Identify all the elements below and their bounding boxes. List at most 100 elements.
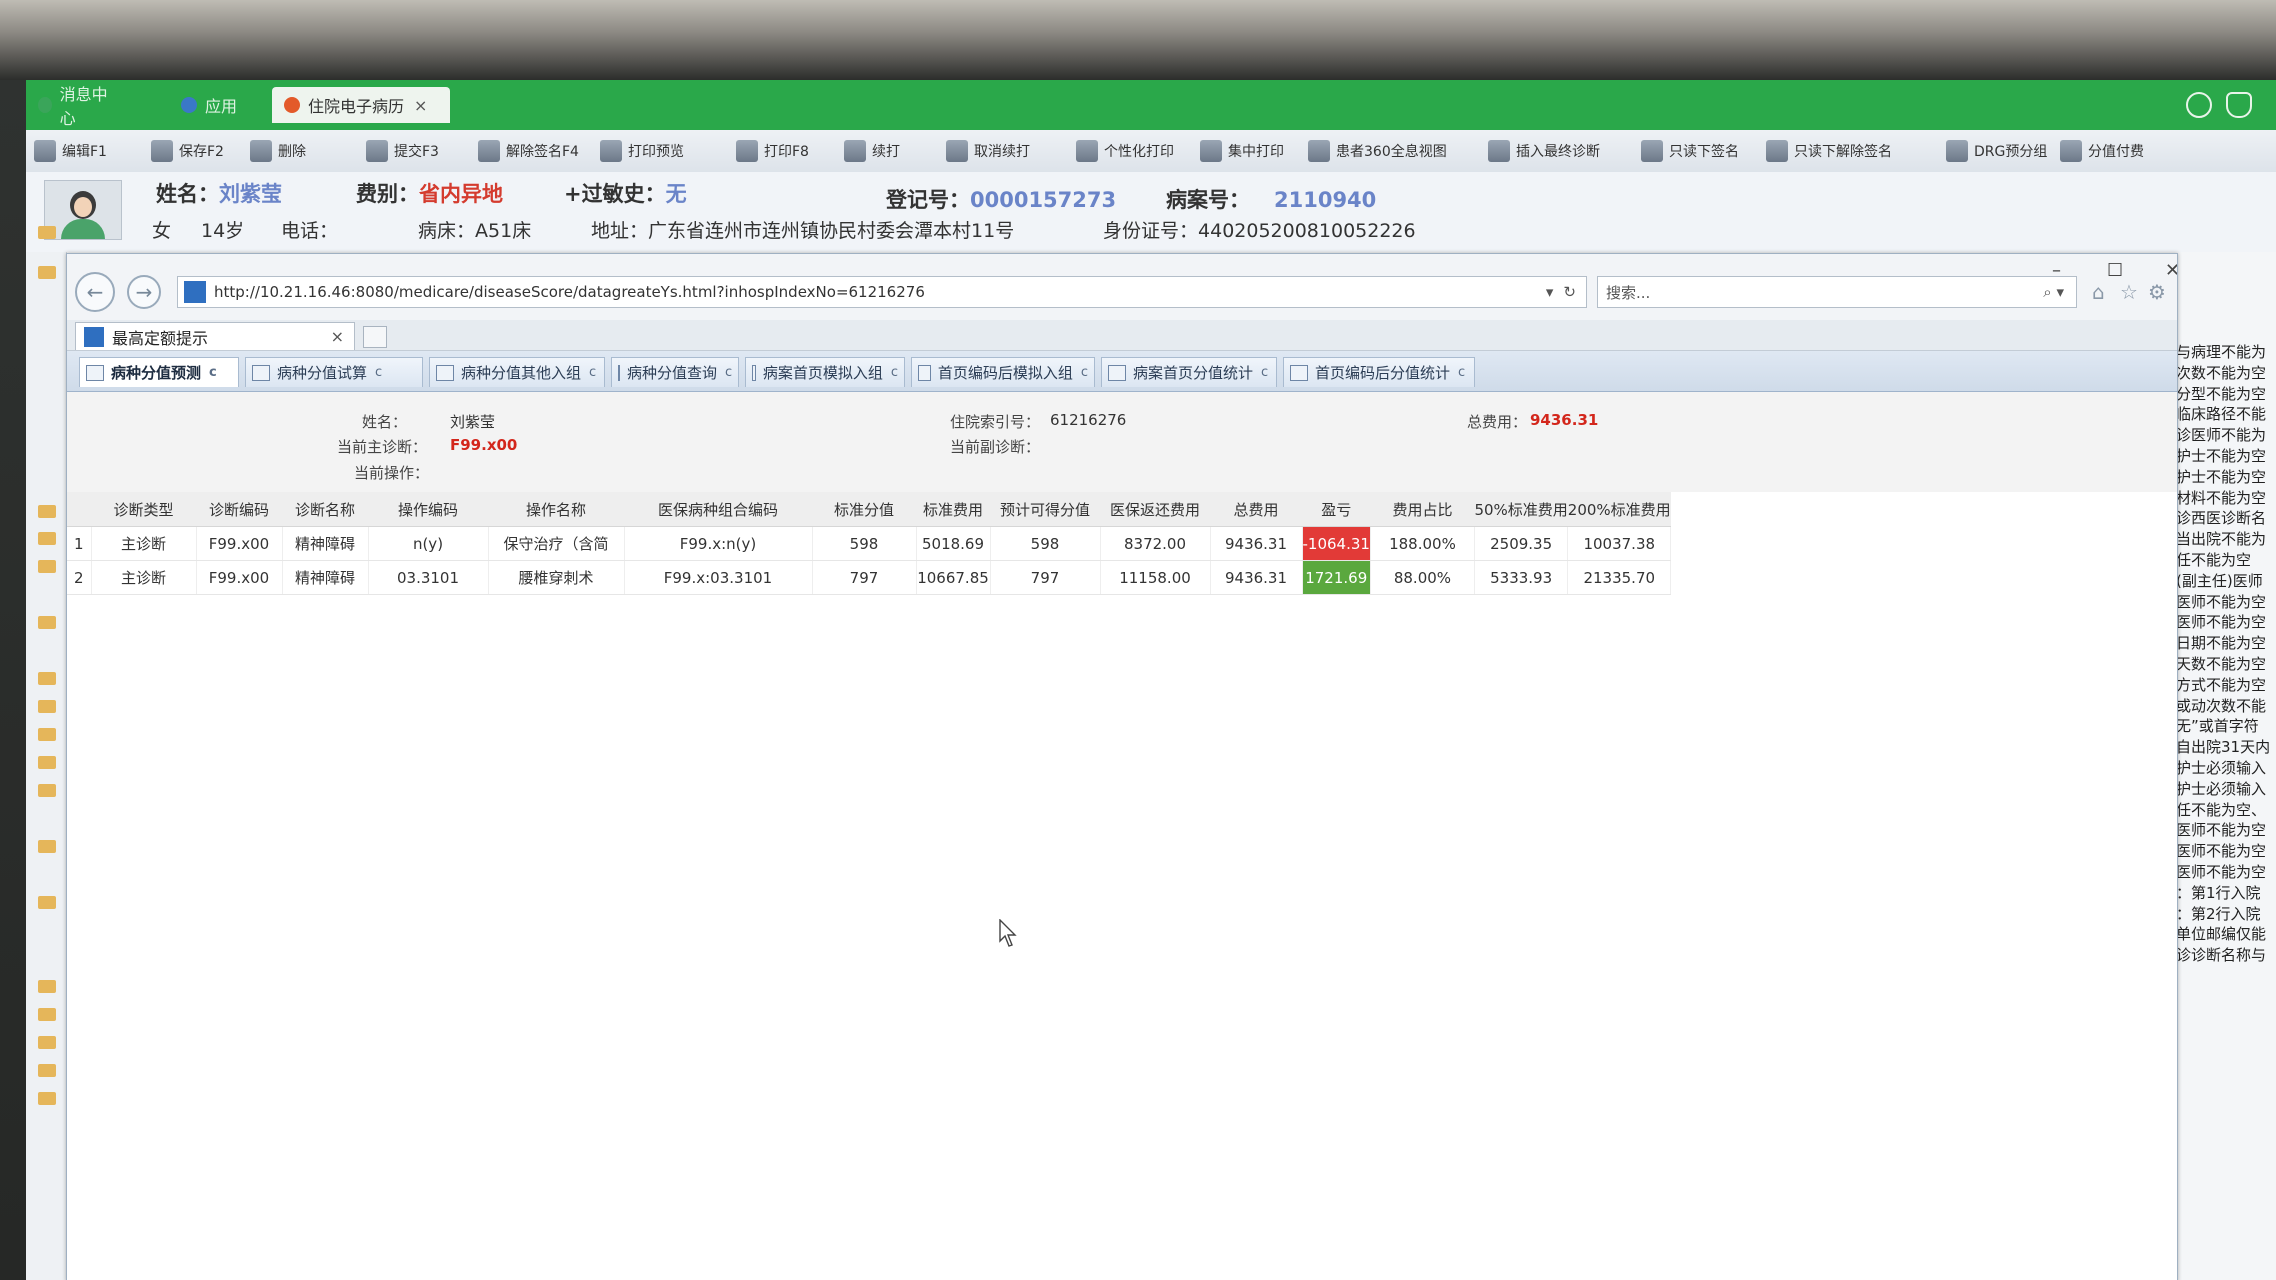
- table-row[interactable]: 2 主诊断 F99.x00 精神障碍 03.3101 腰椎穿刺术 F99.x:03.3101…: [67, 560, 1672, 595]
- toolbar-button[interactable]: 集中打印: [1200, 138, 1284, 164]
- table-cell: 5333.93: [1474, 560, 1569, 595]
- folder-icon[interactable]: [38, 756, 56, 769]
- folder-icon[interactable]: [38, 896, 56, 909]
- back-button[interactable]: ←: [75, 272, 115, 312]
- forward-button[interactable]: →: [127, 275, 161, 309]
- validation-message: 医师不能为空: [2176, 592, 2267, 611]
- column-header[interactable]: 诊断编码: [196, 492, 282, 527]
- toolbar-button[interactable]: 取消续打: [946, 138, 1030, 164]
- home-icon[interactable]: ⌂: [2092, 280, 2105, 304]
- toolbar-button[interactable]: 只读下解除签名: [1766, 138, 1892, 164]
- folder-icon[interactable]: [38, 1036, 56, 1049]
- folder-icon[interactable]: [38, 616, 56, 629]
- bell-icon[interactable]: [2226, 92, 2252, 118]
- toolbar-button[interactable]: 删除: [250, 138, 306, 164]
- folder-icon[interactable]: [38, 532, 56, 545]
- tab-close-icon[interactable]: c: [725, 365, 732, 380]
- feature-tab[interactable]: 病种分值试算 c: [245, 357, 423, 387]
- toolbar-button[interactable]: 编辑F1: [34, 138, 107, 164]
- column-header[interactable]: 诊断名称: [282, 492, 368, 527]
- column-header[interactable]: 50%标准费用: [1474, 492, 1568, 527]
- feature-tab[interactable]: 首页编码后模拟入组 c: [911, 357, 1095, 387]
- folder-icon[interactable]: [38, 980, 56, 993]
- folder-icon[interactable]: [38, 505, 56, 518]
- toolbar-button[interactable]: 分值付费: [2060, 138, 2144, 164]
- tab-close-icon[interactable]: c: [891, 365, 898, 380]
- toolbar-button[interactable]: 个性化打印: [1076, 138, 1174, 164]
- column-header[interactable]: 标准分值: [812, 492, 916, 527]
- folder-icon[interactable]: [38, 266, 56, 279]
- summary-main-dx-label: 当前主诊断：: [337, 438, 428, 456]
- tab-close-icon[interactable]: c: [1458, 365, 1465, 380]
- toolbar-button[interactable]: 保存F2: [151, 138, 224, 164]
- folder-icon[interactable]: [38, 1064, 56, 1077]
- feature-tab-label: 首页编码后模拟入组: [937, 364, 1073, 382]
- address-bar[interactable]: http://10.21.16.46:8080/medicare/disease…: [177, 276, 1587, 308]
- tab-close-icon[interactable]: c: [209, 365, 217, 380]
- favorites-star-icon[interactable]: ☆: [2120, 280, 2138, 304]
- toolbar-button[interactable]: 解除签名F4: [478, 138, 579, 164]
- column-header[interactable]: 预计可得分值: [990, 492, 1100, 527]
- folder-icon[interactable]: [38, 226, 56, 239]
- folder-icon[interactable]: [38, 672, 56, 685]
- app-tab-emr[interactable]: 住院电子病历 ×: [272, 87, 450, 123]
- new-tab-button[interactable]: [363, 326, 387, 348]
- column-header[interactable]: 诊断类型: [91, 492, 196, 527]
- toolbar-button[interactable]: 续打: [844, 138, 900, 164]
- column-header[interactable]: 200%标准费用: [1567, 492, 1671, 527]
- validation-message: 诊医师不能为: [2176, 426, 2267, 445]
- column-header[interactable]: 盈亏: [1302, 492, 1371, 527]
- feature-tab[interactable]: 病案首页分值统计 c: [1101, 357, 1277, 387]
- search-icon[interactable]: ⌕ ▾: [2043, 283, 2064, 301]
- table-row[interactable]: 1 主诊断 F99.x00 精神障碍 n(y) 保守治疗（含简 F99.x:n(y) 598 5…: [67, 526, 1672, 561]
- toolbar-button[interactable]: DRG预分组: [1946, 138, 2047, 164]
- toolbar-button[interactable]: 患者360全息视图: [1308, 138, 1447, 164]
- column-header[interactable]: 医保病种组合编码: [624, 492, 812, 527]
- search-input[interactable]: 搜索... ⌕ ▾: [1597, 276, 2077, 308]
- folder-icon[interactable]: [38, 728, 56, 741]
- folder-icon[interactable]: [38, 840, 56, 853]
- close-window-icon[interactable]: ✕: [2165, 260, 2177, 281]
- table-cell: 8372.00: [1100, 526, 1211, 561]
- patient-address: 地址：广东省连州市连州镇协民村委会潭本村11号: [591, 220, 1015, 242]
- column-header[interactable]: 医保返还费用: [1100, 492, 1210, 527]
- close-tab-icon[interactable]: ×: [331, 327, 344, 346]
- folder-icon[interactable]: [38, 700, 56, 713]
- toolbar-button[interactable]: 插入最终诊断: [1488, 138, 1600, 164]
- column-header[interactable]: [67, 492, 91, 527]
- dropdown-icon[interactable]: ▾: [1546, 283, 1554, 301]
- toolbar-button[interactable]: 打印F8: [736, 138, 809, 164]
- refresh-icon[interactable]: ↻: [1563, 283, 1576, 301]
- app-tab-message-center[interactable]: 消息中心: [26, 85, 126, 128]
- tab-close-icon[interactable]: c: [375, 365, 382, 380]
- tab-close-icon[interactable]: c: [589, 365, 596, 380]
- folder-icon[interactable]: [38, 560, 56, 573]
- browser-tab[interactable]: 最高定额提示 ×: [75, 322, 355, 350]
- folder-icon[interactable]: [38, 1092, 56, 1105]
- toolbar-button[interactable]: 只读下签名: [1641, 138, 1739, 164]
- feature-tab[interactable]: 病种分值预测 c: [79, 357, 239, 387]
- feature-tab[interactable]: 病种分值其他入组 c: [429, 357, 605, 387]
- feature-tab[interactable]: 病种分值查询 c: [611, 357, 739, 387]
- column-header[interactable]: 操作编码: [368, 492, 488, 527]
- app-tab-apps[interactable]: 应用: [169, 87, 269, 123]
- folder-icon[interactable]: [38, 784, 56, 797]
- settings-gear-icon[interactable]: ⚙: [2148, 280, 2166, 304]
- tab-close-icon[interactable]: c: [1261, 365, 1268, 380]
- toolbar-button-icon: [1488, 140, 1510, 162]
- folder-icon[interactable]: [38, 1008, 56, 1021]
- validation-message: 任不能为空: [2176, 550, 2252, 569]
- column-header[interactable]: 费用占比: [1370, 492, 1475, 527]
- column-header[interactable]: 操作名称: [488, 492, 624, 527]
- maximize-icon[interactable]: ☐: [2107, 260, 2123, 281]
- column-header[interactable]: 总费用: [1210, 492, 1302, 527]
- toolbar-button-label: 患者360全息视图: [1336, 144, 1447, 160]
- tab-close-icon[interactable]: c: [1081, 365, 1088, 380]
- toolbar-button[interactable]: 提交F3: [366, 138, 439, 164]
- close-icon[interactable]: ×: [414, 96, 427, 115]
- toolbar-button[interactable]: 打印预览: [600, 138, 684, 164]
- shield-icon[interactable]: [2186, 92, 2212, 118]
- column-header[interactable]: 标准费用: [916, 492, 990, 527]
- feature-tab[interactable]: 首页编码后分值统计 c: [1283, 357, 1475, 387]
- feature-tab[interactable]: 病案首页模拟入组 c: [745, 357, 905, 387]
